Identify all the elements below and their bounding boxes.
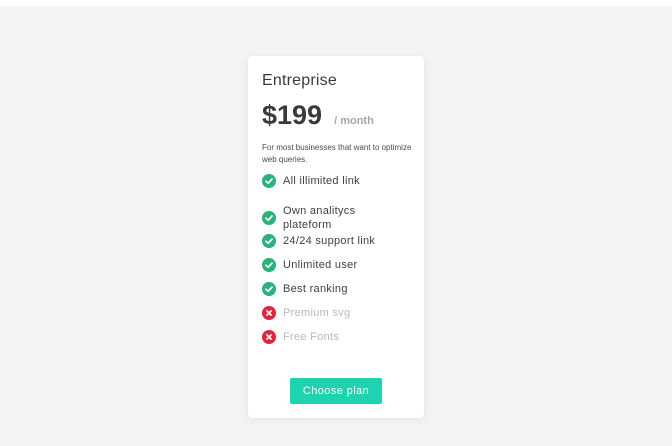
x-circle-icon bbox=[262, 330, 276, 344]
top-strip bbox=[0, 0, 672, 6]
feature-item: Premium svg bbox=[262, 306, 350, 320]
feature-label: Own analitycs plateform bbox=[283, 205, 356, 231]
feature-label: Free Fonts bbox=[283, 331, 340, 343]
plan-period: / month bbox=[334, 115, 374, 127]
feature-label: Best ranking bbox=[283, 283, 348, 295]
feature-label: 24/24 support link bbox=[283, 235, 376, 247]
plan-name: Entreprise bbox=[262, 72, 337, 89]
price-row: $199 / month bbox=[262, 100, 374, 131]
feature-item: 24/24 support link bbox=[262, 234, 375, 248]
plan-price: $199 bbox=[262, 100, 323, 130]
feature-item: All illimited link bbox=[262, 174, 360, 188]
choose-plan-button[interactable]: Choose plan bbox=[290, 378, 382, 404]
feature-label: All illimited link bbox=[283, 175, 360, 187]
pricing-card: Entreprise $199 / month For most busines… bbox=[248, 56, 424, 418]
check-circle-icon bbox=[262, 174, 276, 188]
feature-label: Unlimited user bbox=[283, 259, 358, 271]
x-circle-icon bbox=[262, 306, 276, 320]
check-circle-icon bbox=[262, 211, 276, 225]
feature-item: Free Fonts bbox=[262, 330, 339, 344]
check-circle-icon bbox=[262, 234, 276, 248]
feature-item: Unlimited user bbox=[262, 258, 358, 272]
feature-item: Own analitycs plateform bbox=[262, 204, 393, 232]
check-circle-icon bbox=[262, 282, 276, 296]
feature-label: Premium svg bbox=[283, 307, 351, 319]
feature-item: Best ranking bbox=[262, 282, 348, 296]
check-circle-icon bbox=[262, 258, 276, 272]
plan-description: For most businesses that want to optimiz… bbox=[262, 143, 412, 164]
